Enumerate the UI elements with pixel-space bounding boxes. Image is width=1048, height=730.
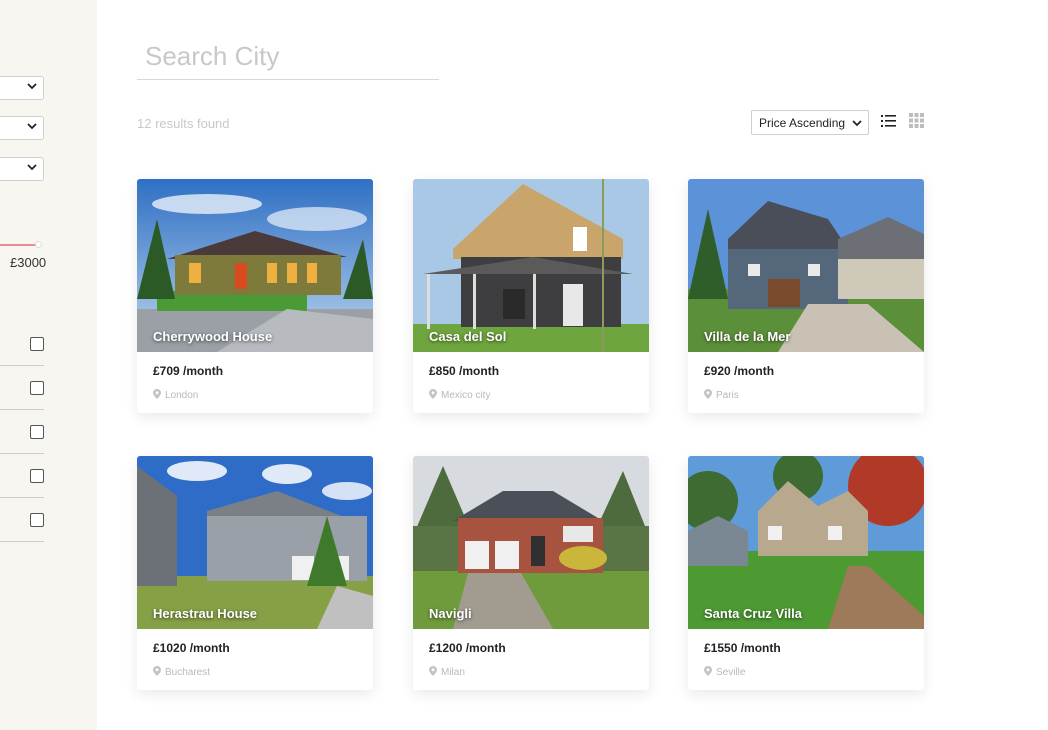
amenity-filter-row — [0, 366, 44, 410]
list-view-icon[interactable] — [881, 113, 896, 128]
listing-location: London — [153, 389, 198, 401]
listing-card[interactable]: Herastrau House £1020 /month Bucharest — [137, 456, 373, 690]
sort-select-value: Price Ascending — [759, 116, 846, 130]
location-pin-icon — [704, 666, 712, 676]
location-pin-icon — [429, 666, 437, 676]
grid-view-icon[interactable] — [909, 113, 924, 128]
filter-select-2[interactable] — [0, 116, 44, 140]
listing-card[interactable]: Cherrywood House £709 /month London — [137, 179, 373, 413]
listing-photo: Navigli — [413, 456, 649, 629]
listing-name: Casa del Sol — [429, 329, 507, 344]
listing-name: Herastrau House — [153, 606, 258, 621]
filter-select-3[interactable] — [0, 157, 44, 181]
search-city-input[interactable] — [137, 34, 439, 80]
listing-name: Santa Cruz Villa — [704, 606, 803, 621]
listing-price: £850 /month — [429, 364, 500, 378]
listing-location: Bucharest — [153, 666, 210, 678]
listing-name: Villa de la Mer — [704, 329, 791, 344]
listing-location: Milan — [429, 666, 465, 678]
chevron-down-icon — [27, 83, 37, 90]
chevron-down-icon — [852, 120, 862, 127]
location-pin-icon — [429, 389, 437, 399]
listing-price: £709 /month — [153, 364, 224, 378]
listing-city: Mexico city — [441, 390, 491, 401]
listing-card[interactable]: Villa de la Mer £920 /month Paris — [688, 179, 924, 413]
location-pin-icon — [153, 389, 161, 399]
amenity-checkbox[interactable] — [30, 381, 44, 395]
listing-city: Seville — [716, 667, 746, 678]
chevron-down-icon — [27, 164, 37, 171]
listing-price: £1550 /month — [704, 641, 781, 655]
listing-location: Paris — [704, 389, 739, 401]
price-range-track[interactable] — [0, 244, 38, 246]
listing-location: Mexico city — [429, 389, 490, 401]
location-pin-icon — [704, 389, 712, 399]
listing-photo: Cherrywood House — [137, 179, 373, 352]
listing-card[interactable]: Santa Cruz Villa £1550 /month Seville — [688, 456, 924, 690]
price-range-handle[interactable] — [35, 241, 42, 248]
listing-price: £920 /month — [704, 364, 775, 378]
listing-card[interactable]: Casa del Sol £850 /month Mexico city — [413, 179, 649, 413]
listing-city: Milan — [441, 667, 465, 678]
filter-sidebar: £3000 — [0, 0, 97, 730]
amenity-filter-row — [0, 454, 44, 498]
listing-name: Navigli — [429, 606, 472, 621]
listing-price: £1200 /month — [429, 641, 506, 655]
chevron-down-icon — [27, 123, 37, 130]
listing-card[interactable]: Navigli £1200 /month Milan — [413, 456, 649, 690]
amenity-filter-row — [0, 498, 44, 542]
amenity-checkbox[interactable] — [30, 513, 44, 527]
amenity-checkbox[interactable] — [30, 337, 44, 351]
listing-price: £1020 /month — [153, 641, 230, 655]
listing-location: Seville — [704, 666, 745, 678]
amenity-filter-row — [0, 410, 44, 454]
amenity-checkbox[interactable] — [30, 425, 44, 439]
listing-city: London — [165, 390, 199, 401]
listing-photo: Herastrau House — [137, 456, 373, 629]
listing-city: Paris — [716, 390, 739, 401]
listing-photo: Casa del Sol — [413, 179, 649, 352]
filter-select-1[interactable] — [0, 76, 44, 100]
listing-city: Bucharest — [165, 667, 211, 678]
price-range-max-label: £3000 — [10, 255, 47, 270]
amenity-filter-row — [0, 322, 44, 366]
listing-photo: Villa de la Mer — [688, 179, 924, 352]
amenity-checkbox[interactable] — [30, 469, 44, 483]
listing-photo: Santa Cruz Villa — [688, 456, 924, 629]
listing-name: Cherrywood House — [153, 329, 273, 344]
results-count: 12 results found — [137, 116, 230, 131]
location-pin-icon — [153, 666, 161, 676]
sort-select[interactable]: Price Ascending — [751, 110, 869, 135]
